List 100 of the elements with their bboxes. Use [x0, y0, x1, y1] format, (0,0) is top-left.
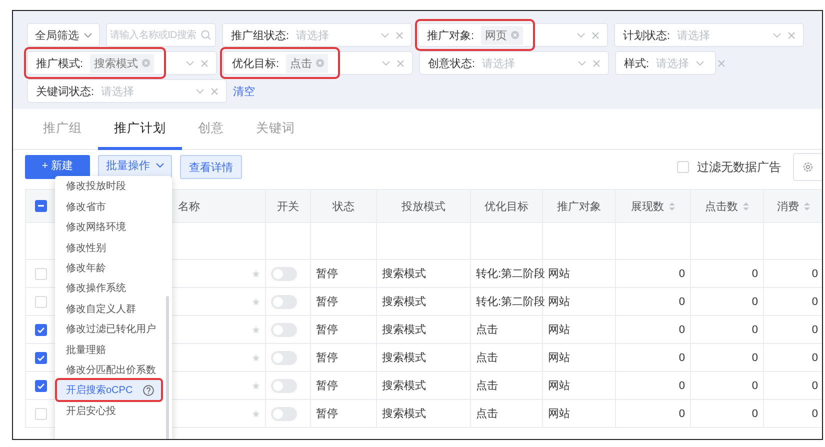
filter-label: 推广组状态:	[231, 28, 290, 42]
column-header[interactable]: 消费	[764, 190, 822, 222]
column-header: 状态	[310, 190, 376, 222]
menu-item[interactable]: 批量理赔	[55, 340, 172, 360]
checkbox[interactable]	[34, 380, 46, 392]
menu-item[interactable]: 修改分匹配出价系数	[55, 360, 172, 380]
menu-item[interactable]: 开启搜索oCPC	[55, 378, 163, 402]
chevron-down-icon	[696, 60, 704, 66]
chevron-down-icon	[381, 32, 389, 38]
sort-icon[interactable]	[669, 202, 675, 210]
select-placeholder: 请选择	[101, 84, 134, 98]
remove-tag-icon[interactable]	[511, 31, 520, 39]
table-cell: 暂停	[310, 400, 376, 428]
table-cell: 搜索模式	[376, 316, 470, 344]
column-header: 优化目标	[470, 190, 542, 222]
clear-icon[interactable]	[593, 60, 600, 66]
help-icon[interactable]	[142, 384, 154, 396]
menu-item[interactable]: 修改操作系统	[55, 278, 172, 299]
menu-item[interactable]: 修改自定义人群	[55, 298, 172, 320]
sort-icon[interactable]	[743, 202, 749, 210]
table-cell: 搜索模式	[376, 400, 470, 428]
select-field[interactable]: 关键词状态: 请选择	[27, 79, 227, 103]
filter-tag: 点击	[286, 54, 328, 72]
filter-label: 优化目标:	[232, 56, 280, 70]
column-header: 推广对象	[542, 190, 616, 222]
star-icon[interactable]	[252, 354, 260, 362]
toggle-switch[interactable]	[271, 350, 297, 364]
sort-icon[interactable]	[804, 202, 810, 210]
select-placeholder: 请选择	[677, 28, 710, 42]
column-header: 投放模式	[376, 190, 470, 222]
table-cell: 0	[616, 344, 690, 372]
table-cell: 0	[690, 288, 764, 316]
star-icon[interactable]	[252, 270, 260, 278]
view-details-button[interactable]: 查看详情	[180, 155, 242, 179]
tab[interactable]: 推广计划	[98, 109, 182, 150]
select-field[interactable]: 推广组状态: 请选择	[222, 23, 412, 47]
filter-label: 推广模式:	[36, 56, 84, 70]
table-cell: 网站	[542, 316, 616, 344]
chevron-down-icon	[773, 32, 781, 38]
toggle-switch[interactable]	[271, 266, 297, 280]
table-cell: 0	[616, 260, 690, 288]
chevron-down-icon	[186, 60, 194, 66]
search-field[interactable]: 请输入名称或ID搜索	[106, 23, 216, 47]
toggle-switch[interactable]	[271, 378, 297, 392]
table-cell: 暂停	[310, 288, 376, 316]
table-cell: 0	[690, 400, 764, 428]
star-icon[interactable]	[252, 326, 260, 334]
filter-label: 计划状态:	[623, 28, 670, 42]
search-icon	[201, 30, 211, 40]
column-header[interactable]: 点击数	[690, 190, 764, 222]
select-field[interactable]: 创意状态: 请选择	[419, 51, 609, 75]
table-cell: 暂停	[310, 344, 376, 372]
star-icon[interactable]	[252, 382, 260, 390]
new-button[interactable]: + 新建	[25, 155, 90, 179]
table-cell: 暂停	[310, 372, 376, 400]
select-field[interactable]: 计划状态: 请选择	[614, 23, 804, 47]
column-header: 开关	[266, 190, 310, 222]
filter-label: 样式:	[624, 56, 650, 70]
caret-icon	[156, 163, 164, 168]
chevron-down-icon	[578, 60, 586, 66]
table-cell: 0	[616, 316, 690, 344]
clear-icon[interactable]	[211, 88, 218, 94]
checkbox[interactable]	[34, 324, 46, 336]
table-cell: 点击	[470, 400, 542, 428]
clear-icon[interactable]	[201, 60, 208, 66]
clear-icon[interactable]	[396, 32, 403, 38]
remove-tag-icon[interactable]	[142, 59, 150, 67]
select-placeholder: 请选择	[482, 56, 516, 70]
filter-label: 关键词状态:	[36, 84, 94, 98]
chevron-down-icon	[577, 32, 585, 38]
checkbox[interactable]	[34, 200, 46, 212]
toggle-switch[interactable]	[271, 406, 297, 420]
clear-icon[interactable]	[718, 60, 726, 66]
select-placeholder: 请选择	[656, 56, 690, 70]
filter-tag: 搜索模式	[90, 54, 154, 72]
toggle-switch[interactable]	[271, 322, 297, 336]
filter-dropdown[interactable]: 全局筛选	[27, 23, 100, 47]
star-icon[interactable]	[252, 410, 260, 418]
table-cell: 0	[616, 400, 690, 428]
clear-icon[interactable]	[397, 60, 404, 66]
table-cell: 点击	[470, 372, 542, 400]
table-cell: 0	[690, 344, 764, 372]
select-placeholder: 请选择	[296, 28, 330, 42]
checkbox[interactable]	[34, 352, 46, 364]
column-header[interactable]: 展现数	[616, 190, 690, 222]
clear-icon[interactable]	[592, 32, 599, 38]
scrollbar[interactable]	[166, 296, 169, 439]
settings-icon	[803, 162, 813, 172]
table-cell: 0	[616, 372, 690, 400]
star-icon[interactable]	[252, 298, 260, 306]
clear-icon[interactable]	[788, 32, 795, 38]
table-cell: 搜索模式	[376, 288, 470, 316]
table-cell: 搜索模式	[376, 260, 470, 288]
checkbox-label: 过滤无数据广告	[697, 158, 781, 176]
menu-item[interactable]: 修改省市	[55, 196, 172, 217]
remove-tag-icon[interactable]	[316, 59, 324, 67]
clear-link[interactable]: 清空	[233, 84, 255, 98]
table-cell: 搜索模式	[376, 344, 470, 372]
toggle-switch[interactable]	[271, 294, 297, 308]
settings-button[interactable]	[793, 153, 822, 181]
